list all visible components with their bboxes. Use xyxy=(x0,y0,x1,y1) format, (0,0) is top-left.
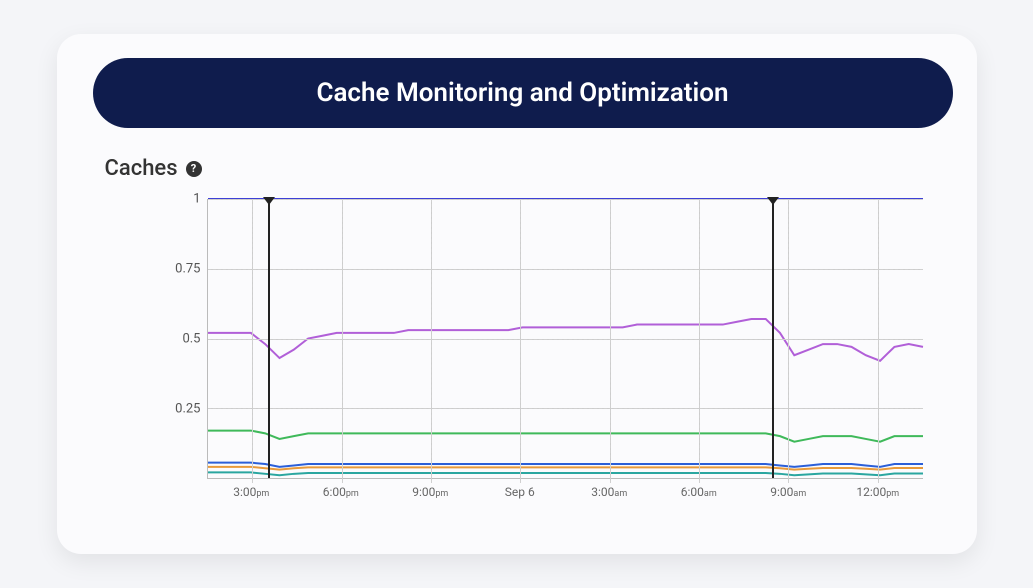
x-tick-label: 3:00pm xyxy=(233,485,269,499)
x-tick-label: 12:00pm xyxy=(856,485,899,499)
plot-area[interactable] xyxy=(207,199,923,479)
gridline xyxy=(878,199,879,483)
caches-chart[interactable]: 0.250.50.7513:00pm6:00pm9:00pmSep 63:00a… xyxy=(161,199,923,499)
event-marker xyxy=(268,199,270,478)
y-tick-label: 0.75 xyxy=(161,262,201,277)
line-series-purple xyxy=(208,319,923,361)
gridline xyxy=(342,199,343,483)
line-series-blue xyxy=(208,463,923,467)
x-tick-label: 3:00am xyxy=(591,485,627,499)
gridline xyxy=(431,199,432,483)
x-tick-label: 9:00am xyxy=(770,485,806,499)
card: Cache Monitoring and Optimization Caches… xyxy=(57,34,977,554)
gridline xyxy=(208,408,923,409)
gridline xyxy=(208,199,923,200)
section-header: Caches ? xyxy=(105,156,941,181)
x-tick-label: Sep 6 xyxy=(505,485,535,499)
line-series-teal xyxy=(208,472,923,475)
gridline xyxy=(520,199,521,483)
x-tick-label: 9:00pm xyxy=(412,485,448,499)
section-title: Caches xyxy=(105,156,178,181)
x-tick-label: 6:00am xyxy=(681,485,717,499)
y-tick-label: 0.5 xyxy=(161,332,201,347)
gridline xyxy=(208,339,923,340)
gridline xyxy=(788,199,789,483)
x-tick-label: 6:00pm xyxy=(323,485,359,499)
line-series-green xyxy=(208,431,923,442)
gridline xyxy=(208,269,923,270)
gridline xyxy=(699,199,700,483)
line-series-orange xyxy=(208,467,923,470)
y-tick-label: 1 xyxy=(161,192,201,207)
y-tick-label: 0.25 xyxy=(161,402,201,417)
page-title: Cache Monitoring and Optimization xyxy=(93,58,953,128)
gridline xyxy=(252,199,253,483)
help-icon[interactable]: ? xyxy=(186,161,202,177)
event-marker xyxy=(772,199,774,478)
gridline xyxy=(610,199,611,483)
